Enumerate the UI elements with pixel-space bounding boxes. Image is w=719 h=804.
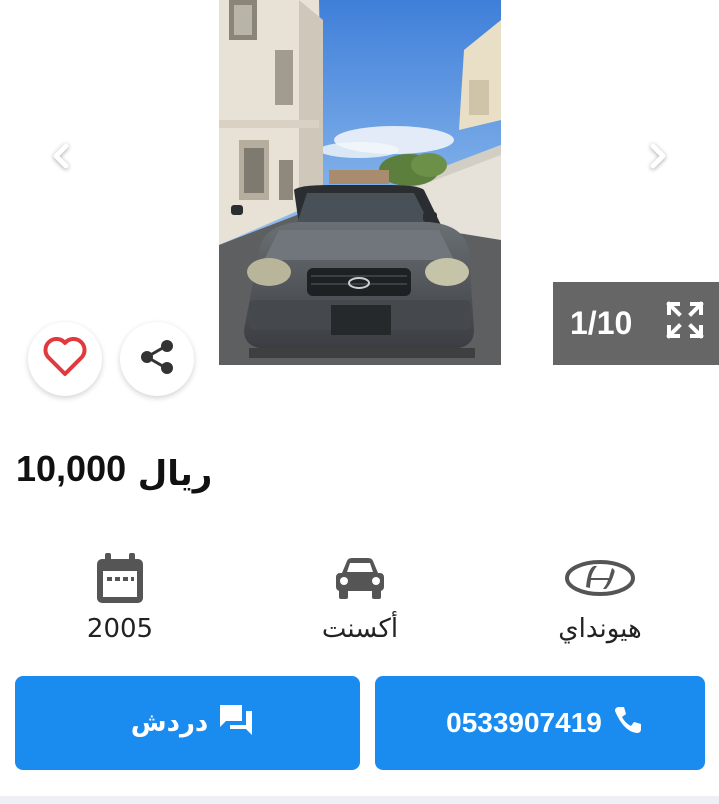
share-icon	[137, 337, 177, 381]
price-amount: 10,000	[16, 448, 127, 489]
price: ريال 10,000	[16, 448, 212, 494]
spec-make: هيونداي	[500, 548, 700, 644]
spec-year-value: 2005	[86, 614, 154, 644]
prev-image-button[interactable]	[43, 140, 79, 176]
image-counter-badge: 1/10	[553, 282, 719, 365]
spec-year: 2005	[20, 548, 220, 644]
car-icon	[260, 548, 460, 608]
spec-model-value: أكسنت	[321, 614, 399, 644]
phone-number: 0533907419	[446, 707, 602, 738]
bottom-divider	[0, 796, 719, 804]
hyundai-logo-icon	[500, 548, 700, 608]
chevron-right-icon	[647, 143, 669, 173]
chat-button[interactable]: دردش	[15, 676, 360, 770]
chat-button-label: دردش	[130, 708, 209, 738]
image-gallery: 1/10	[0, 0, 719, 365]
call-button[interactable]: 0533907419	[375, 676, 705, 770]
next-image-button[interactable]	[640, 140, 676, 176]
car-photo-illustration	[219, 0, 501, 365]
heart-outline-icon	[42, 336, 88, 382]
phone-icon	[612, 704, 644, 743]
car-photo[interactable]	[219, 0, 501, 365]
spec-model: أكسنت	[260, 548, 460, 644]
fullscreen-icon[interactable]	[665, 300, 705, 340]
spec-make-value: هيونداي	[558, 614, 642, 644]
share-button[interactable]	[120, 322, 194, 396]
price-currency: ريال	[137, 454, 213, 494]
chevron-left-icon	[50, 143, 72, 173]
image-counter: 1/10	[570, 305, 633, 341]
favorite-button[interactable]	[28, 322, 102, 396]
chat-icon	[218, 703, 254, 744]
calendar-icon	[20, 548, 220, 608]
